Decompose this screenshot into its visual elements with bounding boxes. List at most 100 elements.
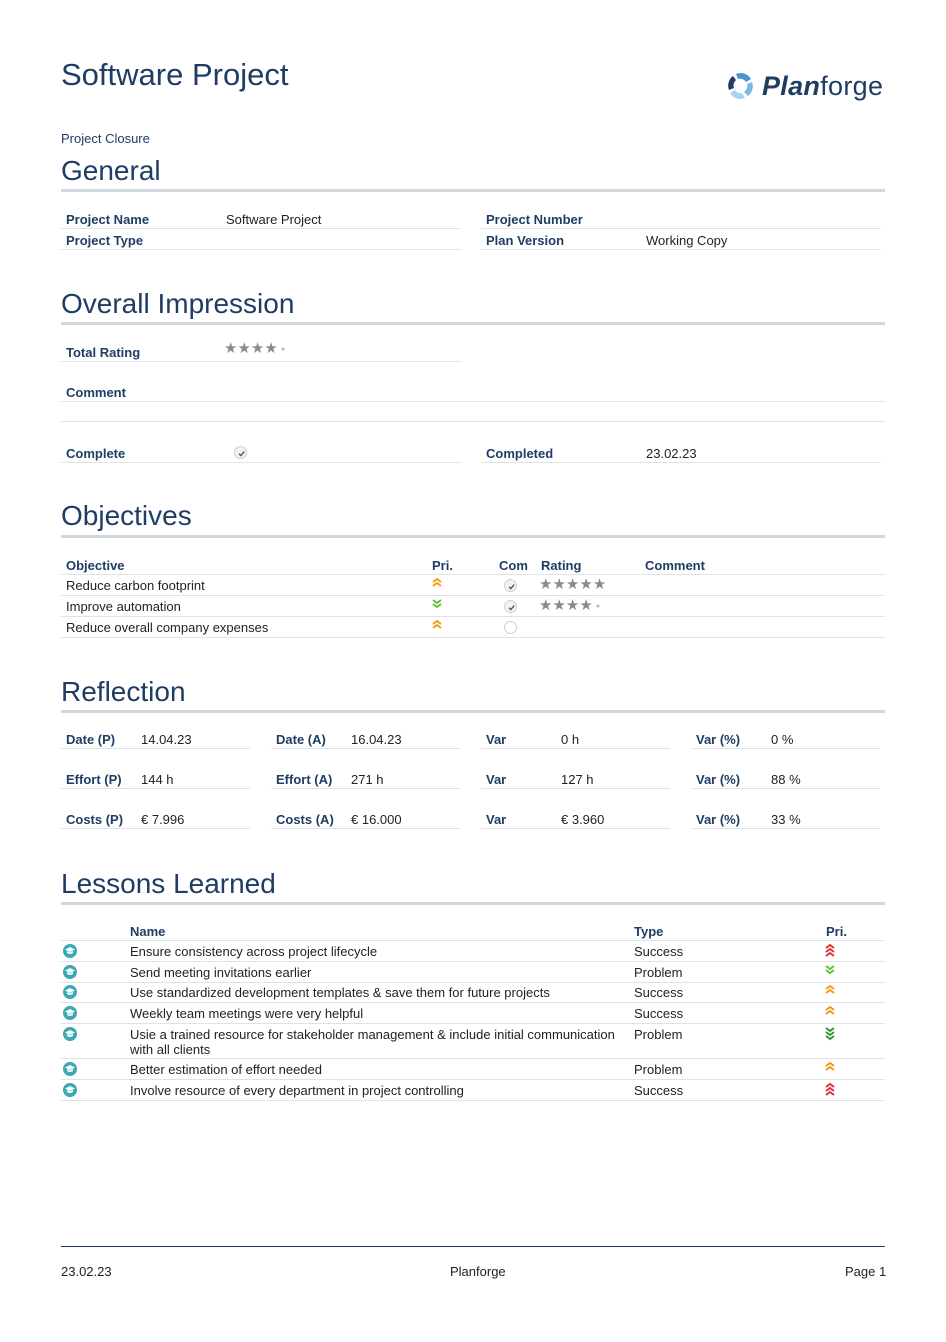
field-value: 88 % bbox=[771, 772, 801, 787]
row-divider bbox=[61, 616, 885, 617]
field-label: Effort (P) bbox=[66, 772, 122, 787]
star-filled-icon: ★ bbox=[539, 597, 553, 614]
reflection-field: Effort (P) 144 h bbox=[61, 767, 250, 789]
graduation-cap-icon bbox=[63, 965, 77, 979]
column-header-type: Type bbox=[634, 924, 664, 939]
graduation-cap-icon bbox=[63, 1027, 77, 1041]
field-complete: Complete bbox=[61, 441, 461, 463]
field-label: Date (P) bbox=[66, 732, 116, 747]
field-label: Var (%) bbox=[696, 772, 741, 787]
field-label: Var bbox=[486, 812, 507, 827]
star-filled-icon: ★ bbox=[264, 340, 278, 357]
column-header-complete: Com bbox=[499, 558, 528, 573]
priority-high-icon bbox=[824, 1061, 836, 1075]
objective-name: Reduce carbon footprint bbox=[66, 578, 205, 593]
star-empty-icon: ● bbox=[595, 602, 601, 610]
lesson-name: Involve resource of every department in … bbox=[130, 1083, 464, 1098]
priority-very-high-icon bbox=[824, 943, 836, 957]
row-divider bbox=[61, 1002, 885, 1003]
row-divider bbox=[61, 1058, 885, 1059]
lesson-type: Problem bbox=[634, 1027, 683, 1042]
lesson-name: Ensure consistency across project lifecy… bbox=[130, 944, 378, 959]
logo-mark-icon bbox=[728, 73, 753, 99]
section-divider bbox=[61, 710, 885, 713]
field-label: Var bbox=[486, 732, 507, 747]
field-label: Comment bbox=[66, 385, 126, 400]
section-title-reflection: Reflection bbox=[61, 676, 186, 707]
logo-text-bold: Plan bbox=[762, 70, 821, 101]
field-completed: Completed 23.02.23 bbox=[481, 441, 881, 463]
lesson-name: Usie a trained resource for stakeholder … bbox=[130, 1027, 615, 1057]
field-label: Plan Version bbox=[486, 233, 565, 248]
reflection-field: Costs (P) € 7.996 bbox=[61, 807, 250, 829]
section-title-lessons-learned: Lessons Learned bbox=[61, 868, 276, 899]
reflection-field: Var (%) 33 % bbox=[691, 807, 880, 829]
star-empty-icon: ● bbox=[280, 345, 286, 353]
reflection-field: Var 0 h bbox=[481, 727, 670, 749]
footer-page-number: Page 1 bbox=[845, 1264, 887, 1279]
row-divider bbox=[61, 1100, 885, 1101]
graduation-cap-icon bbox=[63, 1083, 77, 1097]
field-label: Complete bbox=[66, 446, 126, 461]
footer-divider bbox=[61, 1246, 885, 1247]
row-divider bbox=[61, 982, 885, 983]
priority-very-low-icon bbox=[824, 1027, 836, 1041]
planforge-logo: Planforge bbox=[724, 70, 883, 102]
field-label: Date (A) bbox=[276, 732, 326, 747]
section-title-overall-impression: Overall Impression bbox=[61, 288, 295, 319]
row-divider bbox=[61, 637, 885, 638]
field-value: 127 h bbox=[561, 772, 594, 787]
lesson-type: Problem bbox=[634, 965, 683, 980]
section-divider bbox=[61, 902, 885, 905]
objective-name: Reduce overall company expenses bbox=[66, 620, 269, 635]
field-project-type: Project Type bbox=[61, 228, 461, 250]
column-header-name: Name bbox=[130, 924, 166, 939]
star-filled-icon: ★ bbox=[552, 597, 566, 614]
graduation-cap-icon bbox=[63, 944, 77, 958]
star-filled-icon: ★ bbox=[565, 576, 580, 593]
graduation-cap-icon bbox=[63, 985, 77, 999]
lesson-type: Success bbox=[634, 1083, 684, 1098]
star-rating: ★★★★★ bbox=[539, 577, 606, 592]
reflection-field: Effort (A) 271 h bbox=[271, 767, 460, 789]
star-filled-icon: ★ bbox=[237, 340, 251, 357]
field-label: Project Number bbox=[486, 212, 583, 227]
priority-high-icon bbox=[824, 984, 836, 998]
lesson-name: Use standardized development templates &… bbox=[130, 985, 550, 1000]
row-divider bbox=[61, 961, 885, 962]
field-value: Software Project bbox=[226, 212, 322, 227]
reflection-field: Costs (A) € 16.000 bbox=[271, 807, 460, 829]
field-plan-version: Plan Version Working Copy bbox=[481, 228, 881, 250]
field-value: € 16.000 bbox=[351, 812, 402, 827]
field-label: Var (%) bbox=[696, 732, 741, 747]
reflection-field: Var € 3.960 bbox=[481, 807, 670, 829]
priority-high-icon bbox=[824, 1005, 836, 1019]
row-divider bbox=[61, 1079, 885, 1080]
section-title-general: General bbox=[61, 155, 161, 186]
reflection-field: Var (%) 0 % bbox=[691, 727, 880, 749]
logo-text-light: forge bbox=[820, 70, 884, 101]
field-project-name: Project Name Software Project bbox=[61, 207, 461, 229]
field-value: 144 h bbox=[141, 772, 174, 787]
complete-checkbox bbox=[504, 600, 517, 613]
field-value: € 7.996 bbox=[141, 812, 185, 827]
field-label: Project Name bbox=[66, 212, 150, 227]
star-filled-icon: ★ bbox=[565, 597, 580, 614]
field-project-number: Project Number bbox=[481, 207, 881, 229]
priority-high-icon bbox=[431, 619, 443, 633]
lesson-name: Weekly team meetings were very helpful bbox=[130, 1006, 364, 1021]
row-divider bbox=[61, 574, 885, 575]
column-header-priority: Pri. bbox=[826, 924, 847, 939]
field-label: Completed bbox=[486, 446, 554, 461]
star-filled-icon: ★ bbox=[552, 576, 566, 593]
section-divider bbox=[61, 535, 885, 538]
section-title-objectives: Objectives bbox=[61, 500, 192, 531]
comment-value-row bbox=[61, 400, 885, 422]
complete-checkbox bbox=[234, 446, 247, 459]
star-filled-icon: ★ bbox=[579, 576, 593, 593]
field-value: 0 % bbox=[771, 732, 794, 747]
star-filled-icon: ★ bbox=[539, 576, 553, 593]
star-filled-icon: ★ bbox=[579, 597, 593, 614]
field-value: 23.02.23 bbox=[646, 446, 697, 461]
column-header-objective: Objective bbox=[66, 558, 125, 573]
